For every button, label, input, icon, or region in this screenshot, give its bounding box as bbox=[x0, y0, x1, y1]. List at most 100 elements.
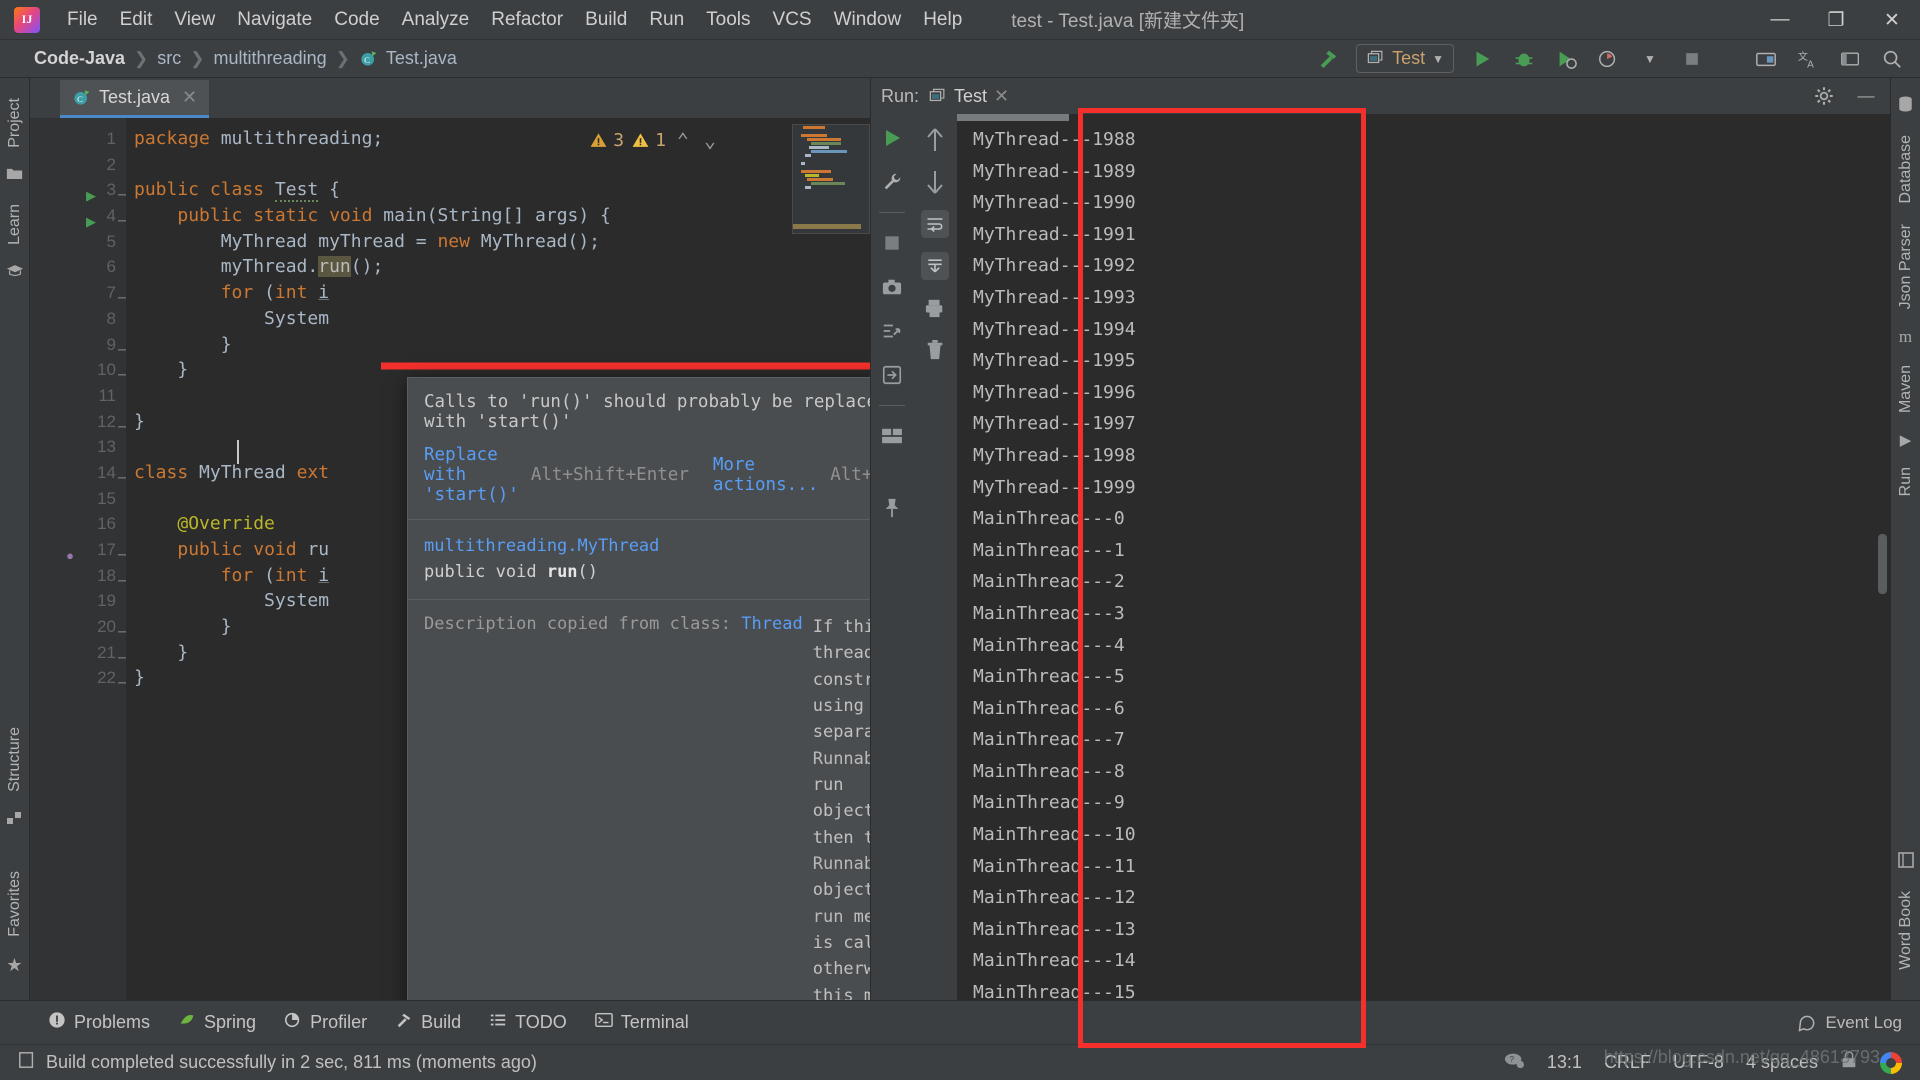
menu-item-navigate[interactable]: Navigate bbox=[226, 5, 323, 35]
gear-icon[interactable] bbox=[1810, 82, 1838, 110]
debug-button[interactable] bbox=[1510, 45, 1538, 73]
minimize-button[interactable]: — bbox=[1752, 0, 1808, 40]
maximize-button[interactable]: ❐ bbox=[1808, 0, 1864, 40]
rerun-icon[interactable] bbox=[878, 124, 906, 152]
export-icon[interactable] bbox=[878, 361, 906, 389]
code-minimap[interactable] bbox=[792, 124, 870, 234]
console-line: MyThread---1989 bbox=[973, 160, 1136, 182]
menu-item-run[interactable]: Run bbox=[638, 5, 695, 35]
chevron-down-icon-profile[interactable]: ▼ bbox=[1636, 45, 1664, 73]
replace-with-start-link[interactable]: Replace with 'start()' bbox=[424, 445, 519, 505]
run-button[interactable] bbox=[1468, 45, 1496, 73]
console-output[interactable]: MyThread---1988 MyThread---1989 MyThread--… bbox=[957, 114, 1890, 1000]
error-count-chip[interactable]: 3 bbox=[589, 130, 624, 151]
run-tab-test[interactable]: Test ✕ bbox=[928, 86, 1009, 107]
google-icon[interactable] bbox=[1880, 1051, 1902, 1074]
maven-icon[interactable]: m bbox=[1899, 327, 1912, 347]
console-line: MainThread---8 bbox=[973, 760, 1125, 782]
help-icon[interactable]: ? bbox=[1503, 1050, 1525, 1075]
scroll-to-end-icon[interactable] bbox=[921, 252, 949, 280]
caret-position[interactable]: 13:1 bbox=[1547, 1052, 1582, 1073]
sidebar-item-json-parser[interactable]: Json Parser bbox=[1895, 214, 1917, 319]
description-body: If this thread was constructed using a s… bbox=[813, 614, 870, 1000]
menu-item-edit[interactable]: Edit bbox=[109, 5, 164, 35]
trash-icon[interactable] bbox=[921, 336, 949, 364]
minimize-panel-button[interactable]: — bbox=[1852, 82, 1880, 110]
previous-problem-button[interactable]: ⌃ bbox=[673, 128, 693, 152]
structure-icon[interactable] bbox=[6, 810, 23, 831]
bottom-tab-build[interactable]: Build bbox=[395, 1011, 461, 1034]
menu-item-refactor[interactable]: Refactor bbox=[480, 5, 574, 35]
sidebar-item-project[interactable]: Project bbox=[4, 88, 26, 158]
stop-button[interactable] bbox=[1678, 45, 1706, 73]
close-button[interactable]: ✕ bbox=[1864, 0, 1920, 40]
stop-icon[interactable] bbox=[878, 229, 906, 257]
camera-icon[interactable] bbox=[878, 273, 906, 301]
layout-icon[interactable] bbox=[878, 422, 906, 450]
database-panel-icon[interactable] bbox=[1898, 96, 1913, 117]
editor-tab-test-java[interactable]: C Test.java ✕ bbox=[60, 80, 210, 118]
wrench-icon[interactable] bbox=[878, 168, 906, 196]
bottom-tab-problems[interactable]: Problems bbox=[48, 1011, 150, 1034]
sidebar-item-learn[interactable]: Learn bbox=[4, 194, 26, 255]
menu-item-file[interactable]: File bbox=[56, 5, 109, 35]
scroll-down-icon[interactable] bbox=[921, 168, 949, 196]
bottom-tab-todo[interactable]: TODO bbox=[489, 1011, 567, 1034]
breadcrumb-item-multithreading[interactable]: multithreading bbox=[214, 48, 327, 69]
menu-item-code[interactable]: Code bbox=[323, 5, 390, 35]
star-icon[interactable]: ★ bbox=[6, 955, 22, 976]
breadcrumb-item-test-java[interactable]: Test.java bbox=[386, 48, 457, 69]
bottom-tab-profiler[interactable]: Profiler bbox=[284, 1011, 367, 1034]
menu-item-vcs[interactable]: VCS bbox=[762, 5, 823, 35]
sidebar-item-favorites[interactable]: Favorites bbox=[4, 861, 26, 947]
menu-item-window[interactable]: Window bbox=[823, 5, 913, 35]
breadcrumb-item-code-java[interactable]: Code-Java bbox=[34, 48, 125, 69]
close-icon[interactable]: ✕ bbox=[182, 87, 197, 108]
close-icon[interactable]: ✕ bbox=[994, 86, 1009, 107]
run-configuration-selector[interactable]: Test ▼ bbox=[1356, 44, 1454, 73]
menu-item-build[interactable]: Build bbox=[574, 5, 638, 35]
menu-item-help[interactable]: Help bbox=[912, 5, 973, 35]
sidebar-item-structure[interactable]: Structure bbox=[4, 717, 26, 802]
print-icon[interactable] bbox=[921, 294, 949, 322]
project-structure-icon[interactable] bbox=[1752, 45, 1780, 73]
event-log-button[interactable]: Event Log bbox=[1797, 1013, 1920, 1033]
sidebar-item-database[interactable]: Database bbox=[1895, 125, 1917, 214]
inspection-popup[interactable]: Calls to 'run()' should probably be repl… bbox=[407, 377, 870, 1000]
pin-icon[interactable] bbox=[878, 494, 906, 522]
hammer-icon[interactable] bbox=[1314, 45, 1342, 73]
sidebar-item-word-book[interactable]: Word Book bbox=[1895, 881, 1917, 980]
next-problem-button[interactable]: ⌄ bbox=[700, 128, 720, 152]
warning-count-chip[interactable]: 1 bbox=[631, 130, 666, 151]
description-class-link[interactable]: Thread bbox=[741, 614, 802, 634]
search-icon[interactable] bbox=[1878, 45, 1906, 73]
run-with-coverage-button[interactable] bbox=[1552, 45, 1580, 73]
menu-item-tools[interactable]: Tools bbox=[695, 5, 761, 35]
breadcrumb-item-src[interactable]: src bbox=[157, 48, 181, 69]
bottom-tab-label: Build bbox=[421, 1012, 462, 1032]
toggle-tool-window-icon[interactable] bbox=[1836, 45, 1864, 73]
soft-wrap-icon[interactable] bbox=[921, 210, 949, 238]
word-book-icon[interactable] bbox=[1897, 852, 1914, 873]
minimap-row bbox=[803, 126, 825, 129]
code-area[interactable]: 3 1 ⌃ ⌄ package multithreading; public cl… bbox=[126, 118, 870, 1000]
menu-item-analyze[interactable]: Analyze bbox=[391, 5, 481, 35]
scroll-up-icon[interactable] bbox=[921, 126, 949, 154]
sidebar-item-run[interactable]: Run bbox=[1895, 457, 1917, 506]
minimap-viewport[interactable] bbox=[793, 224, 861, 229]
bottom-tab-terminal[interactable]: Terminal bbox=[594, 1011, 689, 1034]
more-actions-link[interactable]: More actions... bbox=[713, 455, 818, 495]
profile-button[interactable] bbox=[1594, 45, 1622, 73]
thread-dump-icon[interactable] bbox=[878, 317, 906, 345]
chevron-down-icon[interactable]: ▼ bbox=[1432, 52, 1444, 66]
graduation-cap-icon[interactable] bbox=[6, 263, 24, 283]
bottom-tab-spring[interactable]: Spring bbox=[178, 1011, 256, 1034]
console-line: MyThread---1999 bbox=[973, 476, 1136, 498]
translate-icon[interactable]: 文 A bbox=[1794, 45, 1822, 73]
console-scrollbar[interactable] bbox=[1878, 534, 1887, 594]
menu-item-view[interactable]: View bbox=[163, 5, 226, 35]
desc-line-5: otherwise, this method does bbox=[812, 959, 870, 1000]
sidebar-item-maven[interactable]: Maven bbox=[1895, 355, 1917, 423]
run-panel-icon[interactable]: ▶ bbox=[1900, 431, 1912, 449]
folder-icon[interactable] bbox=[6, 166, 23, 186]
